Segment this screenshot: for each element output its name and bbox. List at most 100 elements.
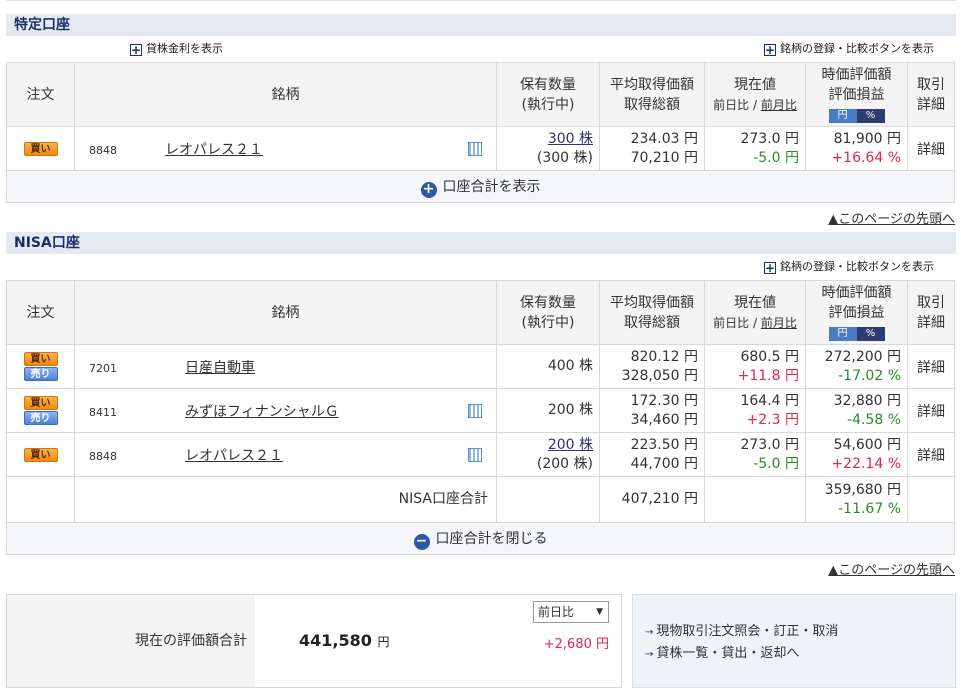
calculator-icon[interactable] <box>468 142 482 156</box>
plus-icon: + <box>764 261 776 275</box>
valuation-total-value: 441,580 <box>299 631 372 650</box>
stock-code: 8848 <box>89 449 117 463</box>
unit-toggle[interactable]: 円% <box>828 108 885 123</box>
avg-cell: 223.50 円 44,700 円 <box>599 432 705 477</box>
detail-link[interactable]: 詳細 <box>907 126 955 171</box>
page-top-link[interactable]: ▲このページの先頭へ <box>828 208 955 227</box>
lending-list-link[interactable]: → 貸株一覧・貸出・返却へ <box>645 643 955 665</box>
holding-qty-link[interactable]: 300 株 <box>503 130 593 149</box>
detail-link[interactable]: 詳細 <box>907 344 955 389</box>
show-register-buttons-link-tokutei[interactable]: + 銘柄の登録・比較ボタンを表示 <box>764 42 934 56</box>
table-row: 買い 売り 8411 みずほフィナンシャルＧ 200 株 172.30 円 34,46… <box>6 388 955 433</box>
current-price: 164.4 円 <box>740 392 799 409</box>
price-cell: 273.0 円 -5.0 円 <box>704 432 806 477</box>
holding-qty-link[interactable]: 200 株 <box>503 436 593 455</box>
current-price: 680.5 円 <box>740 348 799 365</box>
order-inquiry-link[interactable]: → 現物取引注文照会・訂正・取消 <box>645 621 955 643</box>
sort-month-change-link[interactable]: 前月比 <box>761 98 797 112</box>
col-name: 銘柄 <box>74 62 497 127</box>
day-change: -5.0 円 <box>753 149 799 166</box>
avg-price: 223.50 円 <box>630 436 698 453</box>
toggle-account-total-label: 口座合計を表示 <box>442 178 541 195</box>
valuation-total: 441,580 円 <box>299 631 389 650</box>
plus-icon: + <box>130 43 142 57</box>
buy-button[interactable]: 買い <box>23 352 58 366</box>
comparison-select-value: 前日比 <box>538 605 575 619</box>
detail-link[interactable]: 詳細 <box>907 388 955 433</box>
toggle-account-total-nisa[interactable]: − 口座合計を閉じる <box>6 522 955 555</box>
collapse-icon: − <box>413 533 430 550</box>
stock-name-link[interactable]: レオパレス２１ <box>165 142 263 158</box>
stock-name-link[interactable]: 日産自動車 <box>185 360 255 376</box>
buy-button[interactable]: 買い <box>23 396 58 410</box>
comparison-select[interactable]: 前日比 ▼ <box>533 601 609 623</box>
sell-button[interactable]: 売り <box>23 367 58 381</box>
avg-cell: 172.30 円 34,460 円 <box>599 388 705 433</box>
detail-link[interactable]: 詳細 <box>907 432 955 477</box>
unrealized-pl: +22.14 % <box>831 455 901 472</box>
show-lending-rate-link[interactable]: + 貸株金利を表示 <box>130 42 223 56</box>
market-value: 32,880 円 <box>833 392 901 409</box>
stock-code: 7201 <box>89 361 117 375</box>
avg-price: 172.30 円 <box>630 392 698 409</box>
stock-code: 8848 <box>89 143 117 157</box>
unrealized-pl: -17.02 % <box>838 367 901 384</box>
col-avg: 平均取得価額 取得総額 <box>599 280 705 345</box>
value-cell: 32,880 円 -4.58 % <box>805 388 908 433</box>
day-change: +2.3 円 <box>746 411 799 428</box>
unrealized-pl: -4.58 % <box>847 411 901 428</box>
lending-list-label: 貸株一覧・貸出・返却へ <box>656 646 800 661</box>
toggle-percent[interactable]: % <box>856 326 885 341</box>
buy-button[interactable]: 買い <box>23 141 58 156</box>
show-lending-rate-label: 貸株金利を表示 <box>146 42 223 55</box>
market-value: 54,600 円 <box>833 436 901 453</box>
toggle-yen[interactable]: 円 <box>828 326 857 341</box>
toggle-percent[interactable]: % <box>856 108 885 123</box>
stock-cell: 8848 レオパレス２１ <box>74 126 497 171</box>
unit-toggle[interactable]: 円% <box>828 326 885 341</box>
order-cell: 買い 売り <box>6 388 75 433</box>
sell-button[interactable]: 売り <box>23 411 58 425</box>
nisa-total-cost: 407,210 円 <box>599 476 705 523</box>
calculator-icon[interactable] <box>468 404 482 418</box>
toggle-yen[interactable]: 円 <box>828 108 857 123</box>
day-change: -5.0 円 <box>753 455 799 472</box>
nisa-total-value: 359,680 円 <box>824 481 901 498</box>
stock-name-link[interactable]: レオパレス２１ <box>185 448 283 464</box>
register-link-label: 銘柄の登録・比較ボタンを表示 <box>780 42 934 55</box>
table-row: 買い 売り 7201 日産自動車 400 株 820.12 円 328,050 円 6… <box>6 344 955 389</box>
stock-code: 8411 <box>89 405 117 419</box>
col-name: 銘柄 <box>74 280 497 345</box>
buy-button[interactable]: 買い <box>23 447 58 462</box>
show-register-buttons-link-nisa[interactable]: + 銘柄の登録・比較ボタンを表示 <box>764 260 934 274</box>
total-cost: 34,460 円 <box>630 411 698 428</box>
sort-month-change-link[interactable]: 前月比 <box>761 316 797 330</box>
section-title-tokutei: 特定口座 <box>6 14 956 36</box>
order-inquiry-label: 現物取引注文照会・訂正・取消 <box>656 624 839 639</box>
unrealized-pl: +16.64 % <box>831 149 901 166</box>
holding-qty: 200 株 <box>547 402 593 418</box>
pending-qty: (300 株) <box>536 149 593 166</box>
col-price: 現在値 前日比 / 前月比 <box>704 280 806 345</box>
toggle-account-total-tokutei[interactable]: + 口座合計を表示 <box>6 170 955 203</box>
current-price: 273.0 円 <box>740 436 799 453</box>
order-cell: 買い <box>6 126 75 171</box>
yen-unit: 円 <box>377 635 390 649</box>
col-avg: 平均取得価額 取得総額 <box>599 62 705 127</box>
stock-name-link[interactable]: みずほフィナンシャルＧ <box>185 404 339 420</box>
market-value: 272,200 円 <box>824 348 901 365</box>
price-cell: 680.5 円 +11.8 円 <box>704 344 806 389</box>
current-price: 273.0 円 <box>740 130 799 147</box>
price-cell: 164.4 円 +2.3 円 <box>704 388 806 433</box>
col-order: 注文 <box>6 280 75 345</box>
holding-qty: 400 株 <box>547 358 593 374</box>
chevron-down-icon: ▼ <box>596 607 603 617</box>
stock-cell: 7201 日産自動車 <box>74 344 497 389</box>
col-trade: 取引 詳細 <box>907 62 955 127</box>
page-top-link[interactable]: ▲このページの先頭へ <box>828 559 955 578</box>
day-change: +11.8 円 <box>737 367 799 384</box>
value-cell: 81,900 円 +16.64 % <box>805 126 908 171</box>
qty-cell: 400 株 <box>496 344 600 389</box>
value-cell: 272,200 円 -17.02 % <box>805 344 908 389</box>
calculator-icon[interactable] <box>468 448 482 462</box>
